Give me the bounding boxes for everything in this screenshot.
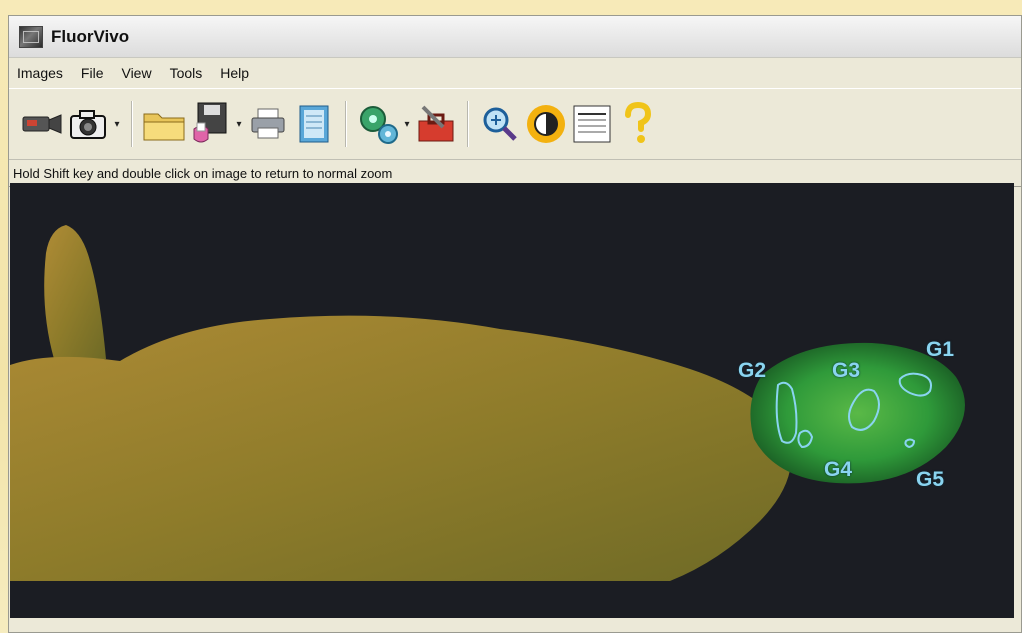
open-folder-icon (143, 113, 185, 141)
open-button[interactable] (141, 98, 187, 150)
toolbar-separator (131, 101, 133, 147)
roi-label-g1: G1 (926, 338, 955, 361)
roi-label-g2: G2 (738, 359, 767, 382)
print-icon (251, 108, 285, 139)
save-disk-icon (193, 102, 227, 143)
menu-images[interactable]: Images (17, 65, 63, 81)
menu-bar: Images File View Tools Help (9, 58, 1021, 88)
video-camera-icon (22, 114, 62, 134)
report-icon (573, 105, 611, 143)
app-icon (19, 25, 43, 48)
menu-view[interactable]: View (121, 65, 151, 81)
gears-icon (360, 106, 398, 144)
notepad-button[interactable] (291, 98, 337, 150)
camera-icon (70, 110, 106, 139)
save-button[interactable] (187, 98, 233, 150)
toolbar-separator (467, 101, 469, 147)
roi-label-g3: G3 (832, 359, 861, 382)
title-bar[interactable]: FluorVivo (9, 16, 1021, 58)
toolbar: ▾ ▾ ▾ (9, 88, 1021, 160)
roi-label-g4: G4 (824, 458, 853, 481)
menu-tools[interactable]: Tools (170, 65, 203, 81)
report-button[interactable] (569, 98, 615, 150)
video-camera-button[interactable] (19, 98, 65, 150)
zoom-button[interactable] (477, 98, 523, 150)
camera-button[interactable] (65, 98, 111, 150)
camera-dropdown-arrow[interactable]: ▾ (111, 119, 123, 130)
notepad-icon (299, 105, 329, 143)
print-button[interactable] (245, 98, 291, 150)
zoom-icon (483, 107, 517, 141)
toolbox-icon (418, 105, 454, 142)
fluorescence-image (10, 183, 1014, 618)
image-viewer[interactable]: G1 G2 G3 G4 G5 (10, 183, 1014, 618)
tools-button[interactable] (413, 98, 459, 150)
settings-dropdown-arrow[interactable]: ▾ (401, 119, 413, 130)
help-icon (625, 101, 652, 143)
menu-file[interactable]: File (81, 65, 104, 81)
toolbar-separator (345, 101, 347, 147)
roi-label-g5: G5 (916, 468, 945, 491)
window-title: FluorVivo (51, 26, 130, 46)
brightness-icon (527, 105, 565, 143)
settings-button[interactable] (355, 98, 401, 150)
save-dropdown-arrow[interactable]: ▾ (233, 119, 245, 130)
brightness-button[interactable] (523, 98, 569, 150)
help-button[interactable] (615, 98, 661, 150)
menu-help[interactable]: Help (220, 65, 249, 81)
